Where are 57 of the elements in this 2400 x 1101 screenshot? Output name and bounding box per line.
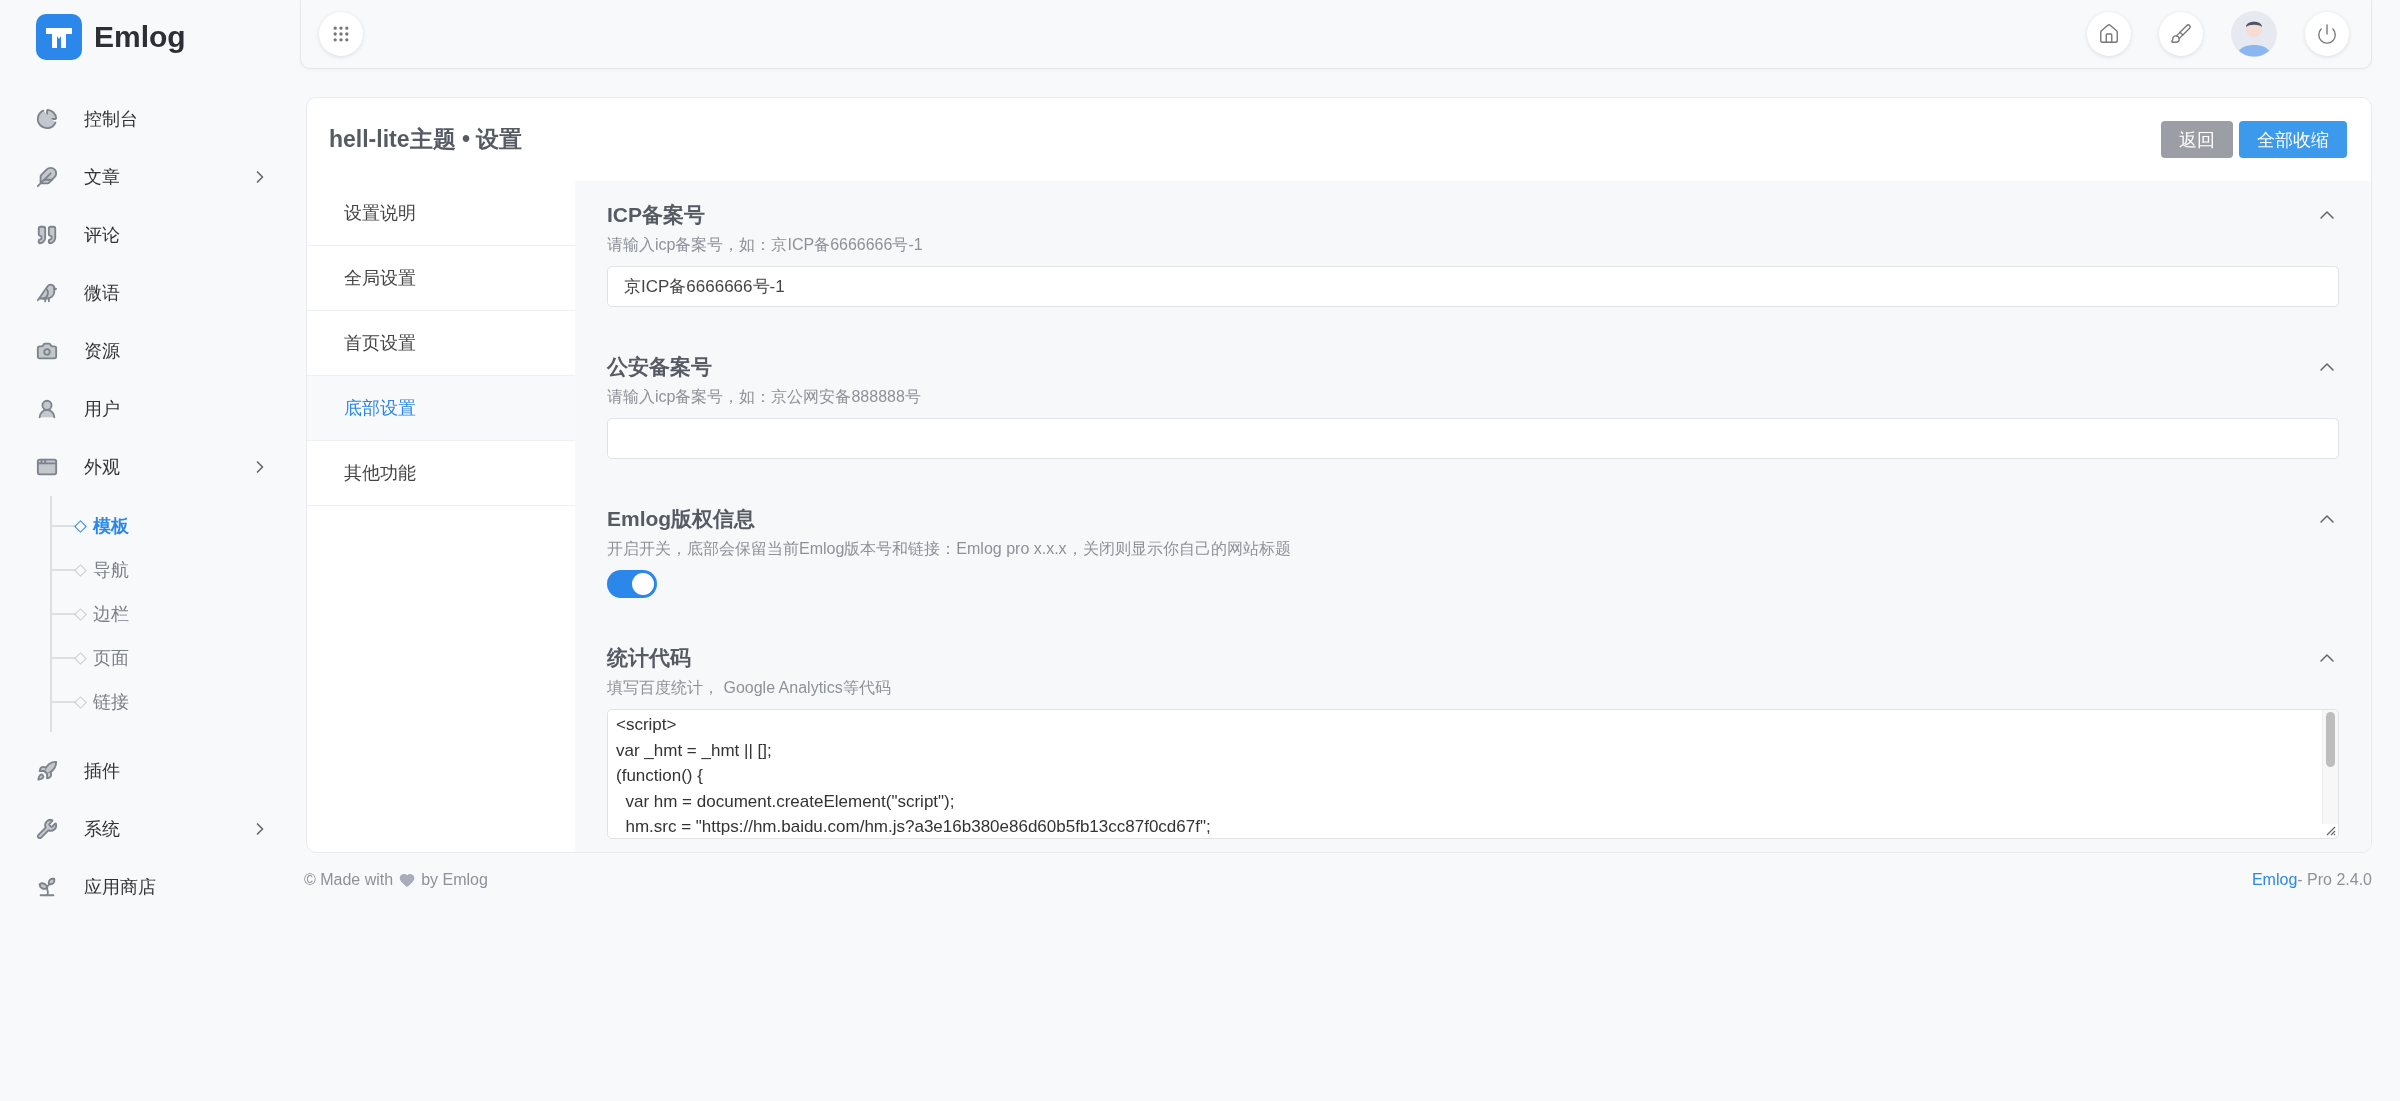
field-title: ICP备案号 — [607, 202, 706, 228]
feather-icon — [36, 166, 58, 188]
logo-icon — [36, 14, 82, 60]
scrollbar-thumb[interactable] — [2326, 712, 2335, 767]
sidebar-item[interactable]: 外观 — [36, 438, 300, 496]
field-description: 填写百度统计， Google Analytics等代码 — [607, 678, 892, 698]
text-field[interactable]: 京ICP备6666666号-1 — [607, 266, 2339, 307]
emlog-link[interactable]: Emlog — [2251, 871, 2298, 889]
footer-text: by Emlog — [421, 871, 488, 889]
sidebar-item[interactable]: 插件 — [36, 742, 300, 800]
brand-name: Emlog — [94, 20, 186, 54]
field-title: 公安备案号 — [607, 354, 713, 380]
code-field[interactable]: <script> var _hmt = _hmt || []; (function() { var hm = document.createElement("script"); hm.src = "https://hm.baidu.com/hm.js?a3e16b380e86d60b5fb13cc87f0cd67f"; — [607, 709, 2339, 839]
toggle-switch[interactable] — [607, 570, 657, 598]
window-icon — [36, 456, 58, 478]
field-description: 请输入icp备案号，如：京公网安备888888号 — [607, 387, 922, 407]
version-text: - Pro 2.4.0 — [2297, 871, 2372, 889]
brush-button[interactable] — [2159, 12, 2203, 56]
camera-icon — [36, 340, 58, 362]
heart-icon — [399, 872, 416, 888]
quote-icon — [36, 224, 58, 246]
sidebar-item[interactable]: 系统 — [36, 800, 300, 858]
grid-dots-icon — [331, 24, 351, 44]
submenu-item[interactable]: 页面 — [93, 646, 129, 670]
rocket-icon — [36, 760, 58, 782]
field-title: Emlog版权信息 — [607, 506, 757, 532]
power-icon — [2316, 23, 2338, 45]
footer-text: © Made with — [304, 871, 394, 889]
sidebar-item[interactable]: 评论 — [36, 206, 300, 264]
resize-handle-icon[interactable] — [2324, 824, 2336, 836]
page-title: hell-lite主题 • 设置 — [329, 125, 523, 154]
sidebar-item[interactable]: 用户 — [36, 380, 300, 438]
avatar[interactable] — [2231, 11, 2277, 57]
pie-chart-icon — [36, 108, 58, 130]
field-description: 开启开关，底部会保留当前Emlog版本号和链接：Emlog pro x.x.x，关闭则显示你自己的网站标题 — [607, 539, 1292, 559]
field-description: 请输入icp备案号，如：京ICP备6666666号-1 — [607, 235, 924, 255]
submenu-item[interactable]: 链接 — [93, 690, 129, 714]
sprout-icon — [36, 876, 58, 898]
user-icon — [36, 398, 58, 420]
sidebar-item[interactable]: 应用商店 — [36, 858, 300, 916]
scrollbar[interactable] — [2322, 710, 2338, 824]
settings-tab[interactable]: 底部设置 — [307, 376, 575, 441]
sidebar-item[interactable]: 控制台 — [36, 90, 300, 148]
wrench-icon — [36, 818, 58, 840]
home-icon — [2098, 23, 2120, 45]
text-field[interactable] — [607, 418, 2339, 459]
power-button[interactable] — [2305, 12, 2349, 56]
brush-icon — [2170, 23, 2192, 45]
bird-icon — [36, 282, 58, 304]
sidebar-item[interactable]: 文章 — [36, 148, 300, 206]
field-title: 统计代码 — [607, 645, 692, 671]
sidebar-item[interactable]: 资源 — [36, 322, 300, 380]
sidebar-item[interactable]: 微语 — [36, 264, 300, 322]
submenu-item[interactable]: 导航 — [93, 558, 129, 582]
submenu-item[interactable]: 边栏 — [93, 602, 129, 626]
apps-menu-button[interactable] — [319, 12, 363, 56]
home-button[interactable] — [2087, 12, 2131, 56]
